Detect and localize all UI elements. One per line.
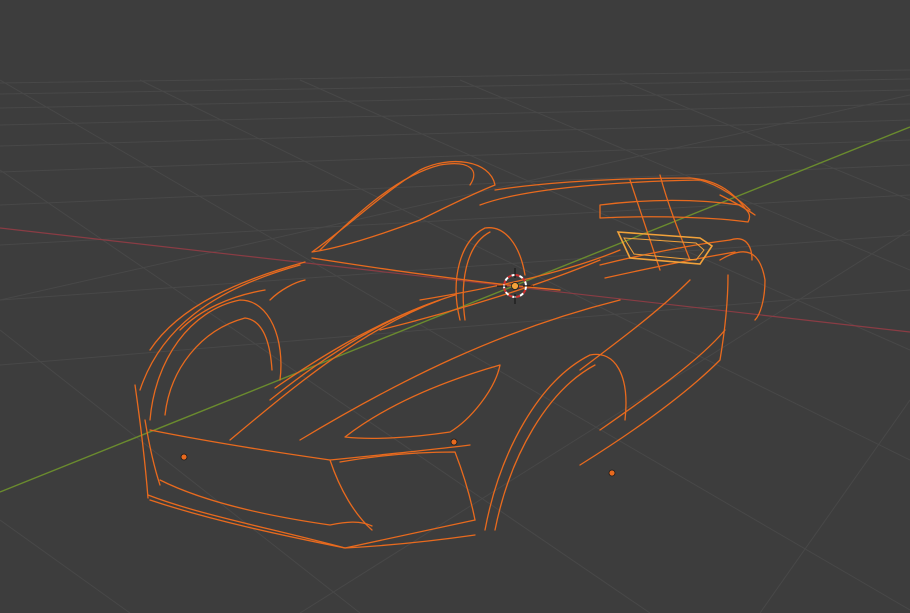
x-axis-line <box>0 227 910 333</box>
front-right-arch-2 <box>494 364 596 531</box>
side-scoop <box>579 279 691 371</box>
nose-side-left-2 <box>144 419 161 486</box>
3d-viewport[interactable] <box>0 0 910 613</box>
headlight-right <box>344 364 501 440</box>
front-left-arch <box>149 299 282 421</box>
nose-lower <box>147 494 476 549</box>
front-left-arch-2 <box>164 317 273 416</box>
floor-grid <box>0 69 910 613</box>
car-body-curves[interactable] <box>134 160 766 549</box>
hood-left-line-2 <box>274 294 456 389</box>
right-side-sill-2 <box>599 329 726 431</box>
canopy-curve <box>311 160 496 253</box>
front-left-fender-2 <box>149 261 306 351</box>
control-point <box>608 469 616 477</box>
grille-curve <box>329 459 373 531</box>
roof-rear-curve <box>479 179 751 211</box>
control-points[interactable] <box>180 438 616 477</box>
rear-deck-2 <box>604 251 736 279</box>
right-side-sill <box>579 274 729 466</box>
viewport-canvas[interactable] <box>0 0 910 613</box>
control-point <box>180 453 188 461</box>
grille-curve-2 <box>339 451 476 521</box>
side-crease <box>299 299 621 441</box>
object-origin-icon[interactable] <box>511 282 519 290</box>
front-right-arch <box>484 353 627 531</box>
rear-haunch-2 <box>729 238 753 261</box>
side-vent <box>269 279 306 301</box>
control-point <box>450 438 458 446</box>
